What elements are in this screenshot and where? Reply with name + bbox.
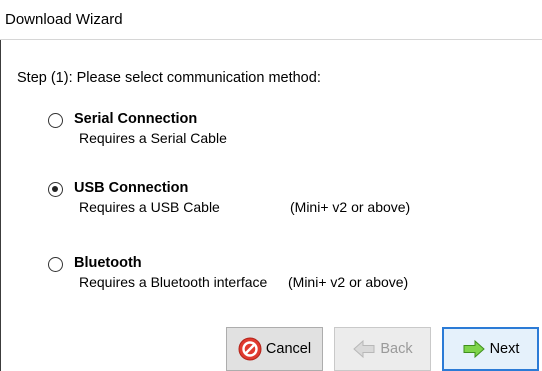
cancel-button-label: Cancel bbox=[265, 341, 312, 357]
cancel-icon bbox=[238, 337, 262, 361]
bluetooth-radio[interactable] bbox=[48, 257, 63, 272]
serial-connection-description: Requires a Serial Cable bbox=[79, 130, 227, 146]
next-arrow-icon bbox=[462, 337, 486, 361]
back-button-label: Back bbox=[380, 341, 413, 357]
next-button[interactable]: Next bbox=[442, 327, 539, 371]
back-arrow-icon bbox=[352, 337, 376, 361]
download-wizard-window: Download Wizard Step (1): Please select … bbox=[0, 0, 542, 371]
cancel-button[interactable]: Cancel bbox=[226, 327, 323, 371]
usb-connection-radio[interactable] bbox=[48, 182, 63, 197]
bluetooth-note: (Mini+ v2 or above) bbox=[288, 274, 409, 290]
usb-connection-note: (Mini+ v2 or above) bbox=[290, 199, 411, 215]
bluetooth-description: Requires a Bluetooth interface bbox=[79, 274, 268, 290]
bluetooth-title: Bluetooth bbox=[74, 255, 142, 271]
usb-connection-title: USB Connection bbox=[74, 180, 189, 196]
title-bar: Download Wizard bbox=[0, 0, 542, 40]
window-title: Download Wizard bbox=[5, 11, 123, 28]
back-button[interactable]: Back bbox=[334, 327, 431, 371]
serial-connection-radio[interactable] bbox=[48, 113, 63, 128]
window-left-border bbox=[0, 40, 1, 371]
next-button-label: Next bbox=[489, 341, 520, 357]
step-label: Step (1): Please select communication me… bbox=[17, 70, 321, 86]
usb-connection-description: Requires a USB Cable bbox=[79, 199, 220, 215]
serial-connection-title: Serial Connection bbox=[74, 111, 198, 127]
